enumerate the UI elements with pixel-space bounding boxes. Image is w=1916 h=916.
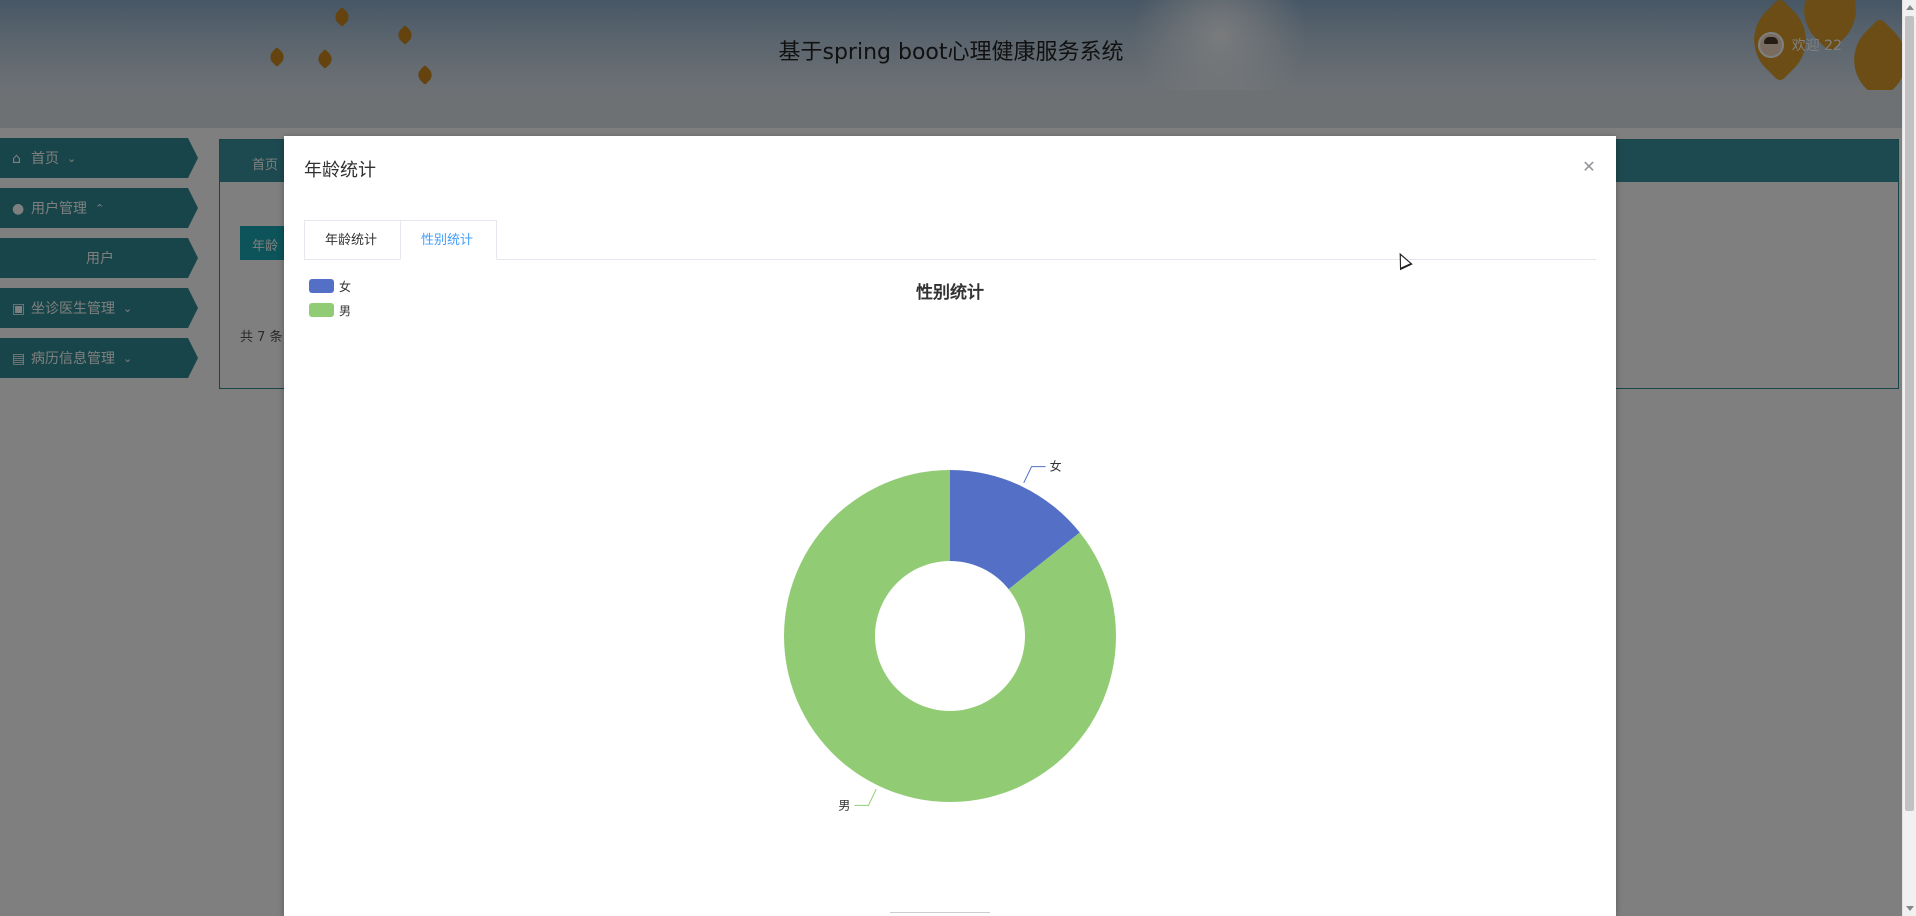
pie-label-line: [854, 788, 877, 806]
pie-label: 男: [838, 798, 850, 812]
scroll-down-icon[interactable]: [1906, 906, 1914, 911]
stats-dialog: 年龄统计 ✕ 年龄统计 性别统计 女 男 性别统计 女男: [284, 136, 1616, 916]
gender-pie-chart: 女男: [783, 459, 1116, 812]
pie-label-line: [1023, 466, 1046, 484]
dialog-footer-edge: [890, 912, 990, 916]
scroll-thumb[interactable]: [1905, 16, 1914, 811]
pie-label: 女: [1050, 459, 1062, 474]
scroll-up-icon[interactable]: [1906, 5, 1914, 10]
page-scrollbar[interactable]: [1902, 0, 1916, 916]
